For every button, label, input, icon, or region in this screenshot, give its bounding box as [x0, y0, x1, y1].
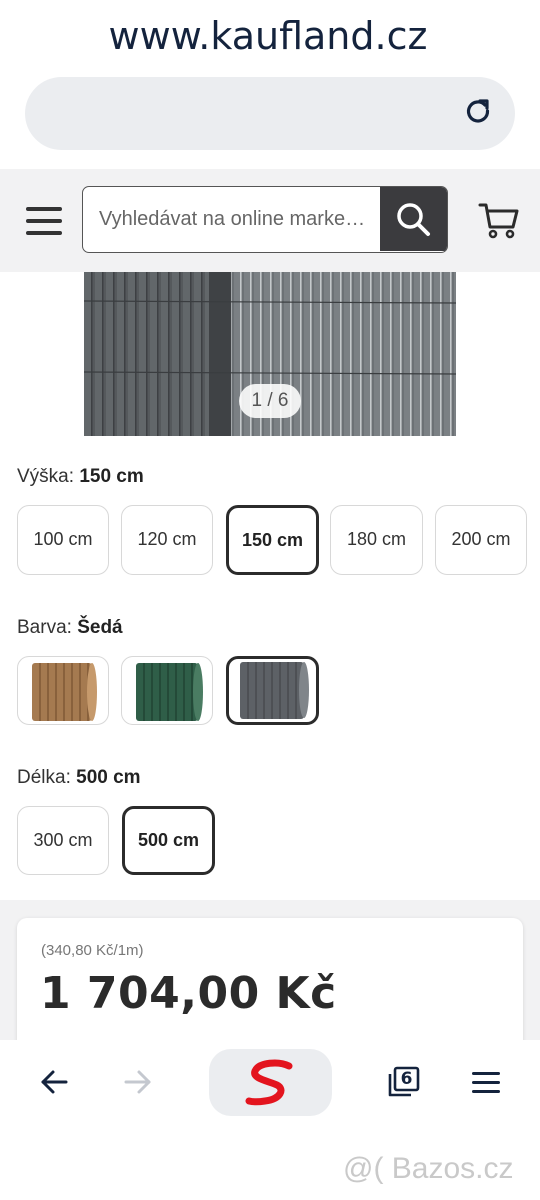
color-option-label: Barva: Šedá	[17, 617, 123, 638]
total-price: 1 704,00 Kč	[40, 968, 337, 1019]
cart-icon[interactable]	[478, 200, 520, 240]
height-choice-selected[interactable]: 150 cm	[226, 505, 319, 575]
url-text[interactable]: www.kaufland.cz	[0, 0, 540, 73]
length-option-label: Délka: 500 cm	[17, 767, 141, 788]
back-arrow-icon[interactable]	[40, 1068, 68, 1096]
height-choice[interactable]: 120 cm	[121, 505, 213, 575]
color-swatch-brown[interactable]	[17, 656, 109, 725]
color-selected-value: Šedá	[77, 617, 123, 638]
gallery-counter: 1 / 6	[239, 384, 301, 418]
length-selected-value: 500 cm	[76, 767, 141, 788]
home-button[interactable]	[209, 1049, 332, 1116]
forward-arrow-icon[interactable]	[124, 1068, 152, 1096]
color-swatch-grey-selected[interactable]	[226, 656, 319, 725]
height-choice[interactable]: 180 cm	[330, 505, 423, 575]
height-choice[interactable]: 200 cm	[435, 505, 527, 575]
seznam-logo-icon	[245, 1059, 293, 1106]
search-box	[82, 186, 448, 253]
search-input[interactable]	[83, 187, 381, 251]
search-button[interactable]	[380, 187, 447, 251]
address-bar[interactable]	[25, 77, 515, 150]
search-icon	[397, 203, 430, 236]
length-choice[interactable]: 300 cm	[17, 806, 109, 875]
length-choice-selected[interactable]: 500 cm	[122, 806, 215, 875]
tabs-count: 6	[400, 1069, 413, 1089]
height-option-label: Výška: 150 cm	[17, 466, 144, 487]
browser-menu-icon[interactable]	[472, 1072, 500, 1094]
reload-icon[interactable]	[464, 97, 492, 125]
unit-price: (340,80 Kč/1m)	[41, 942, 144, 959]
watermark: @( Bazos.cz	[343, 1152, 514, 1185]
tabs-button[interactable]: 6	[387, 1066, 421, 1098]
height-selected-value: 150 cm	[79, 466, 144, 487]
hamburger-menu-icon[interactable]	[26, 207, 62, 235]
color-swatch-green[interactable]	[121, 656, 213, 725]
height-choice[interactable]: 100 cm	[17, 505, 109, 575]
